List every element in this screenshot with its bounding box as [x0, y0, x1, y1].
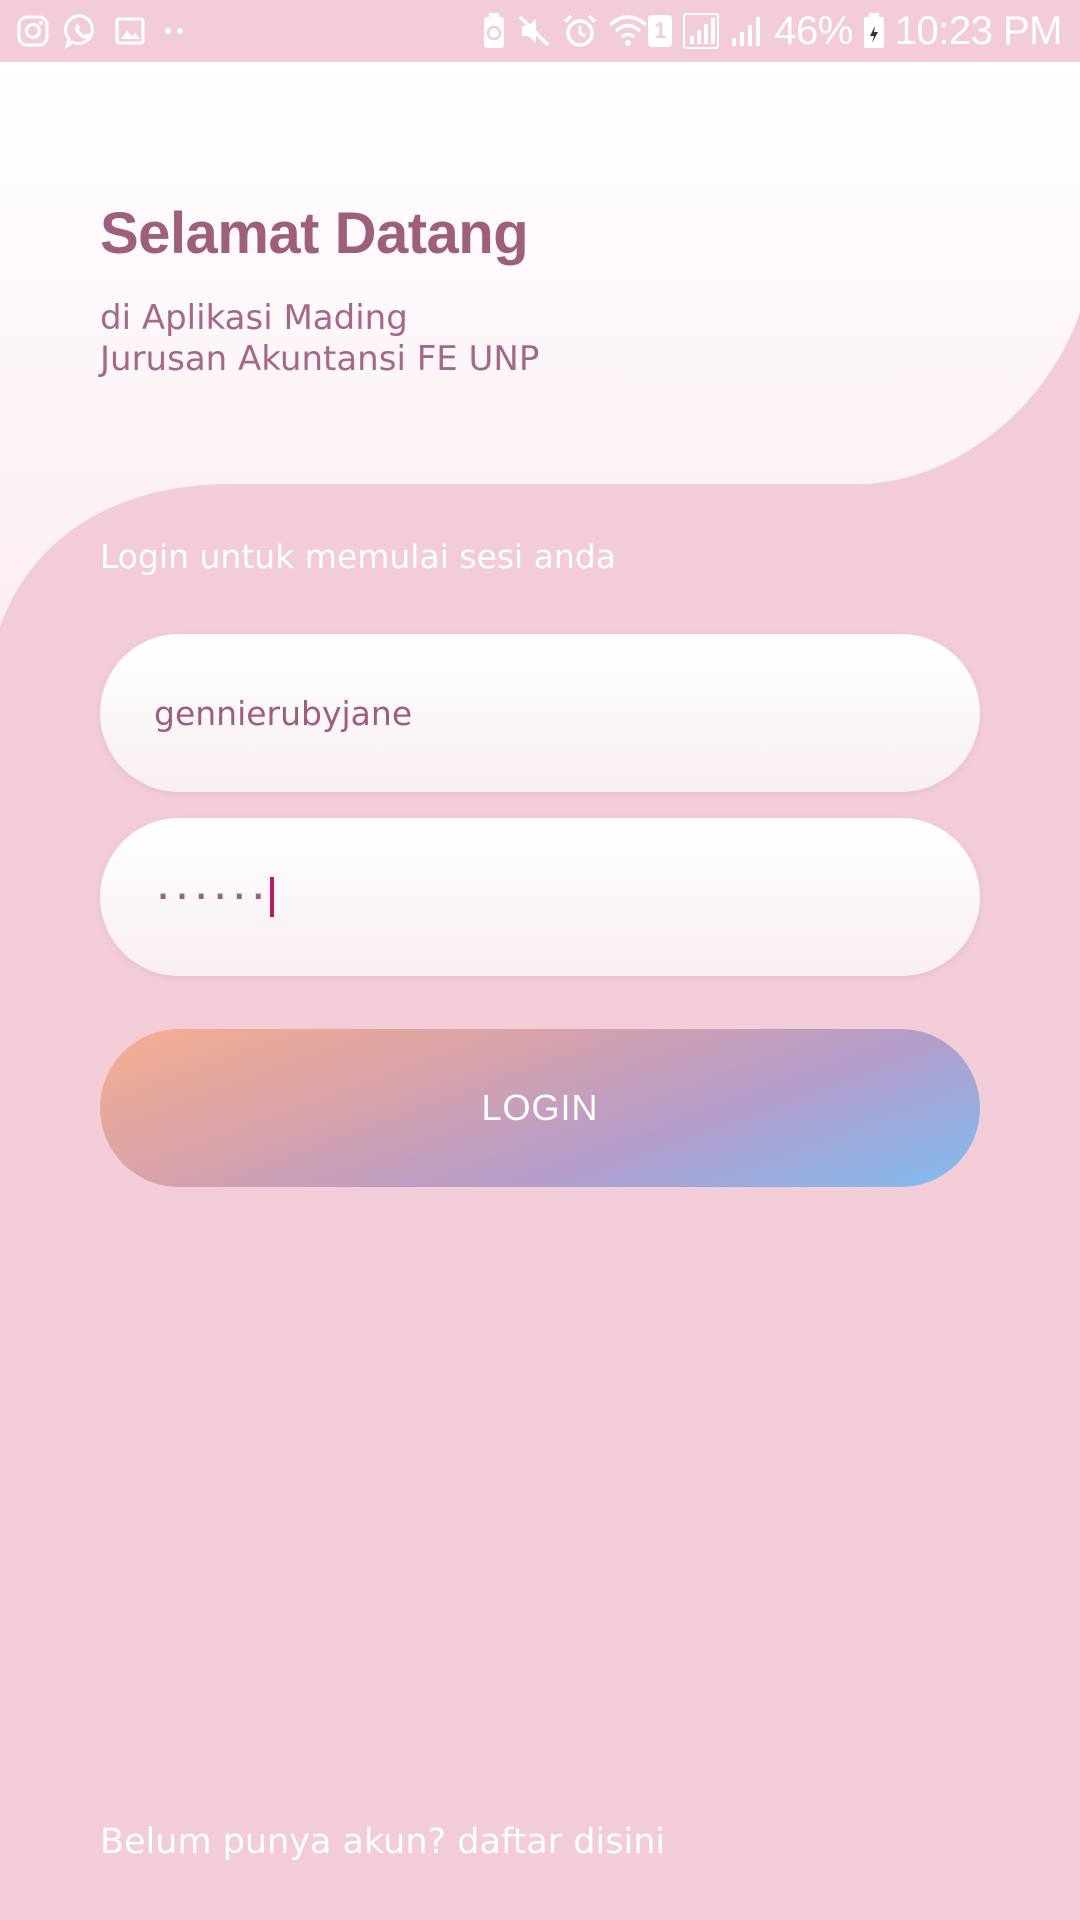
whatsapp-icon: [64, 14, 94, 49]
password-field[interactable]: ······: [100, 818, 980, 976]
sim-badge: 1: [648, 15, 673, 47]
status-bar: 1 46% 10:23 PM: [0, 0, 1080, 62]
alarm-icon: [563, 14, 597, 47]
page-subtitle: di Aplikasi Mading Jurusan Akuntansi FE …: [100, 298, 800, 380]
mute-icon: [518, 15, 550, 47]
signal-icon: [683, 13, 720, 49]
subtitle-line-1: di Aplikasi Mading: [100, 298, 408, 338]
page-title: Selamat Datang: [100, 201, 529, 266]
battery-percent: 46%: [774, 8, 853, 53]
instagram-icon: [17, 15, 49, 47]
password-value: ······: [154, 879, 269, 915]
more-dots-icon: [165, 28, 183, 34]
status-bar-left: [16, 13, 204, 49]
signal-icon-2: [732, 17, 761, 46]
username-value: gennierubyjane: [154, 693, 413, 733]
battery-icon: [863, 13, 884, 48]
subtitle-line-2: Jurusan Akuntansi FE UNP: [100, 339, 540, 379]
status-time: 10:23 PM: [894, 8, 1063, 53]
register-link[interactable]: Belum punya akun? daftar disini: [100, 1822, 665, 1862]
gallery-icon: [115, 17, 145, 45]
wifi-icon: [609, 15, 648, 46]
battery-saver-icon: [484, 13, 505, 48]
status-bar-right: 1 46% 10:23 PM: [472, 8, 1063, 54]
login-hint: Login untuk memulai sesi anda: [100, 537, 617, 576]
username-field[interactable]: gennierubyjane: [100, 634, 980, 792]
login-button[interactable]: LOGIN: [100, 1029, 980, 1187]
text-cursor: [270, 877, 275, 917]
